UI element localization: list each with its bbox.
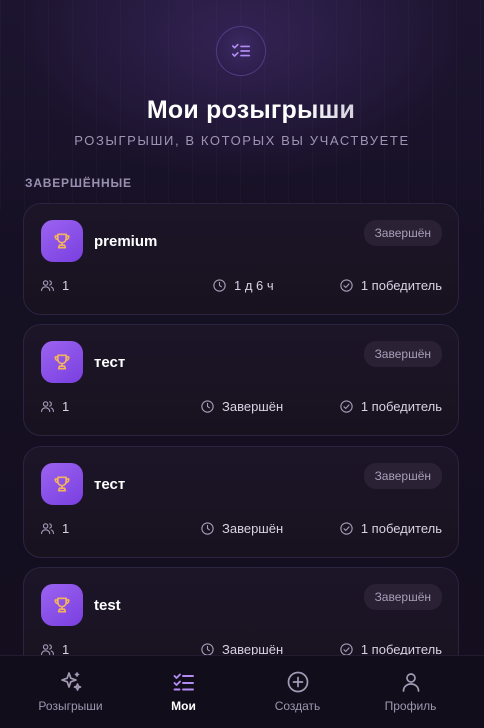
status-badge: Завершён bbox=[363, 220, 442, 246]
winners-stat: 1 победитель bbox=[339, 278, 442, 293]
time-remaining: 1 д 6 ч bbox=[234, 278, 274, 293]
clock-icon bbox=[201, 400, 214, 413]
trophy-icon bbox=[41, 463, 83, 505]
page-title: Мои розыгрыши bbox=[0, 96, 484, 125]
trophy-icon bbox=[41, 584, 83, 626]
giveaway-card[interactable]: тест Завершён 1 Завершён 1 победитель bbox=[23, 324, 459, 436]
time-remaining: Завершён bbox=[222, 399, 284, 414]
giveaway-card[interactable]: тест Завершён 1 Завершён 1 победитель bbox=[23, 446, 459, 558]
users-icon bbox=[41, 401, 54, 413]
giveaway-card[interactable]: premium Завершён 1 1 д 6 ч 1 победитель bbox=[23, 203, 459, 315]
nav-item-giveaways[interactable]: Розыгрыши bbox=[10, 656, 131, 728]
nav-label: Мои bbox=[171, 699, 196, 713]
winners-count: 1 победитель bbox=[360, 278, 442, 293]
time-stat: Завершён bbox=[200, 521, 283, 536]
nav-label: Создать bbox=[274, 699, 321, 713]
trophy-icon bbox=[41, 341, 83, 383]
status-badge: Завершён bbox=[363, 341, 442, 367]
status-badge: Завершён bbox=[363, 463, 442, 489]
bottom-navigation: Розыгрыши Мои Создать Профиль bbox=[0, 655, 484, 728]
clock-icon bbox=[213, 279, 226, 292]
members-count: 1 bbox=[62, 521, 70, 536]
nav-item-profile[interactable]: Профиль bbox=[350, 656, 471, 728]
winners-count: 1 победитель bbox=[360, 521, 442, 536]
giveaway-title: тест bbox=[94, 476, 126, 493]
members-stat: 1 bbox=[40, 278, 69, 293]
users-icon bbox=[41, 280, 54, 292]
winners-stat: 1 победитель bbox=[339, 399, 442, 414]
plus-circle-icon bbox=[287, 671, 308, 693]
giveaway-title: тест bbox=[94, 354, 126, 371]
users-icon bbox=[41, 523, 54, 535]
sparkles-icon bbox=[60, 672, 81, 691]
members-count: 1 bbox=[62, 278, 70, 293]
nav-label: Розыгрыши bbox=[38, 699, 103, 713]
header-checklist-icon bbox=[216, 26, 266, 76]
nav-label: Профиль bbox=[384, 699, 437, 713]
trophy-icon bbox=[41, 220, 83, 262]
giveaway-title: premium bbox=[94, 233, 158, 250]
nav-item-create[interactable]: Создать bbox=[237, 656, 358, 728]
giveaway-title: test bbox=[94, 597, 121, 614]
page-subtitle: РОЗЫГРЫШИ, В КОТОРЫХ ВЫ УЧАСТВУЕТЕ bbox=[74, 133, 410, 148]
members-stat: 1 bbox=[40, 521, 69, 536]
nav-item-my[interactable]: Мои bbox=[123, 656, 244, 728]
members-count: 1 bbox=[62, 399, 70, 414]
time-stat: Завершён bbox=[200, 399, 283, 414]
check-circle-icon bbox=[340, 400, 353, 413]
checklist-icon bbox=[173, 673, 194, 691]
check-circle-icon bbox=[340, 279, 353, 292]
time-stat: 1 д 6 ч bbox=[212, 278, 274, 293]
time-remaining: Завершён bbox=[222, 521, 284, 536]
clock-icon bbox=[201, 522, 214, 535]
members-stat: 1 bbox=[40, 399, 69, 414]
check-circle-icon bbox=[340, 522, 353, 535]
winners-count: 1 победитель bbox=[360, 399, 442, 414]
winners-stat: 1 победитель bbox=[339, 521, 442, 536]
user-icon bbox=[402, 673, 419, 692]
section-label-completed: ЗАВЕРШЁННЫЕ bbox=[25, 176, 132, 190]
status-badge: Завершён bbox=[363, 584, 442, 610]
